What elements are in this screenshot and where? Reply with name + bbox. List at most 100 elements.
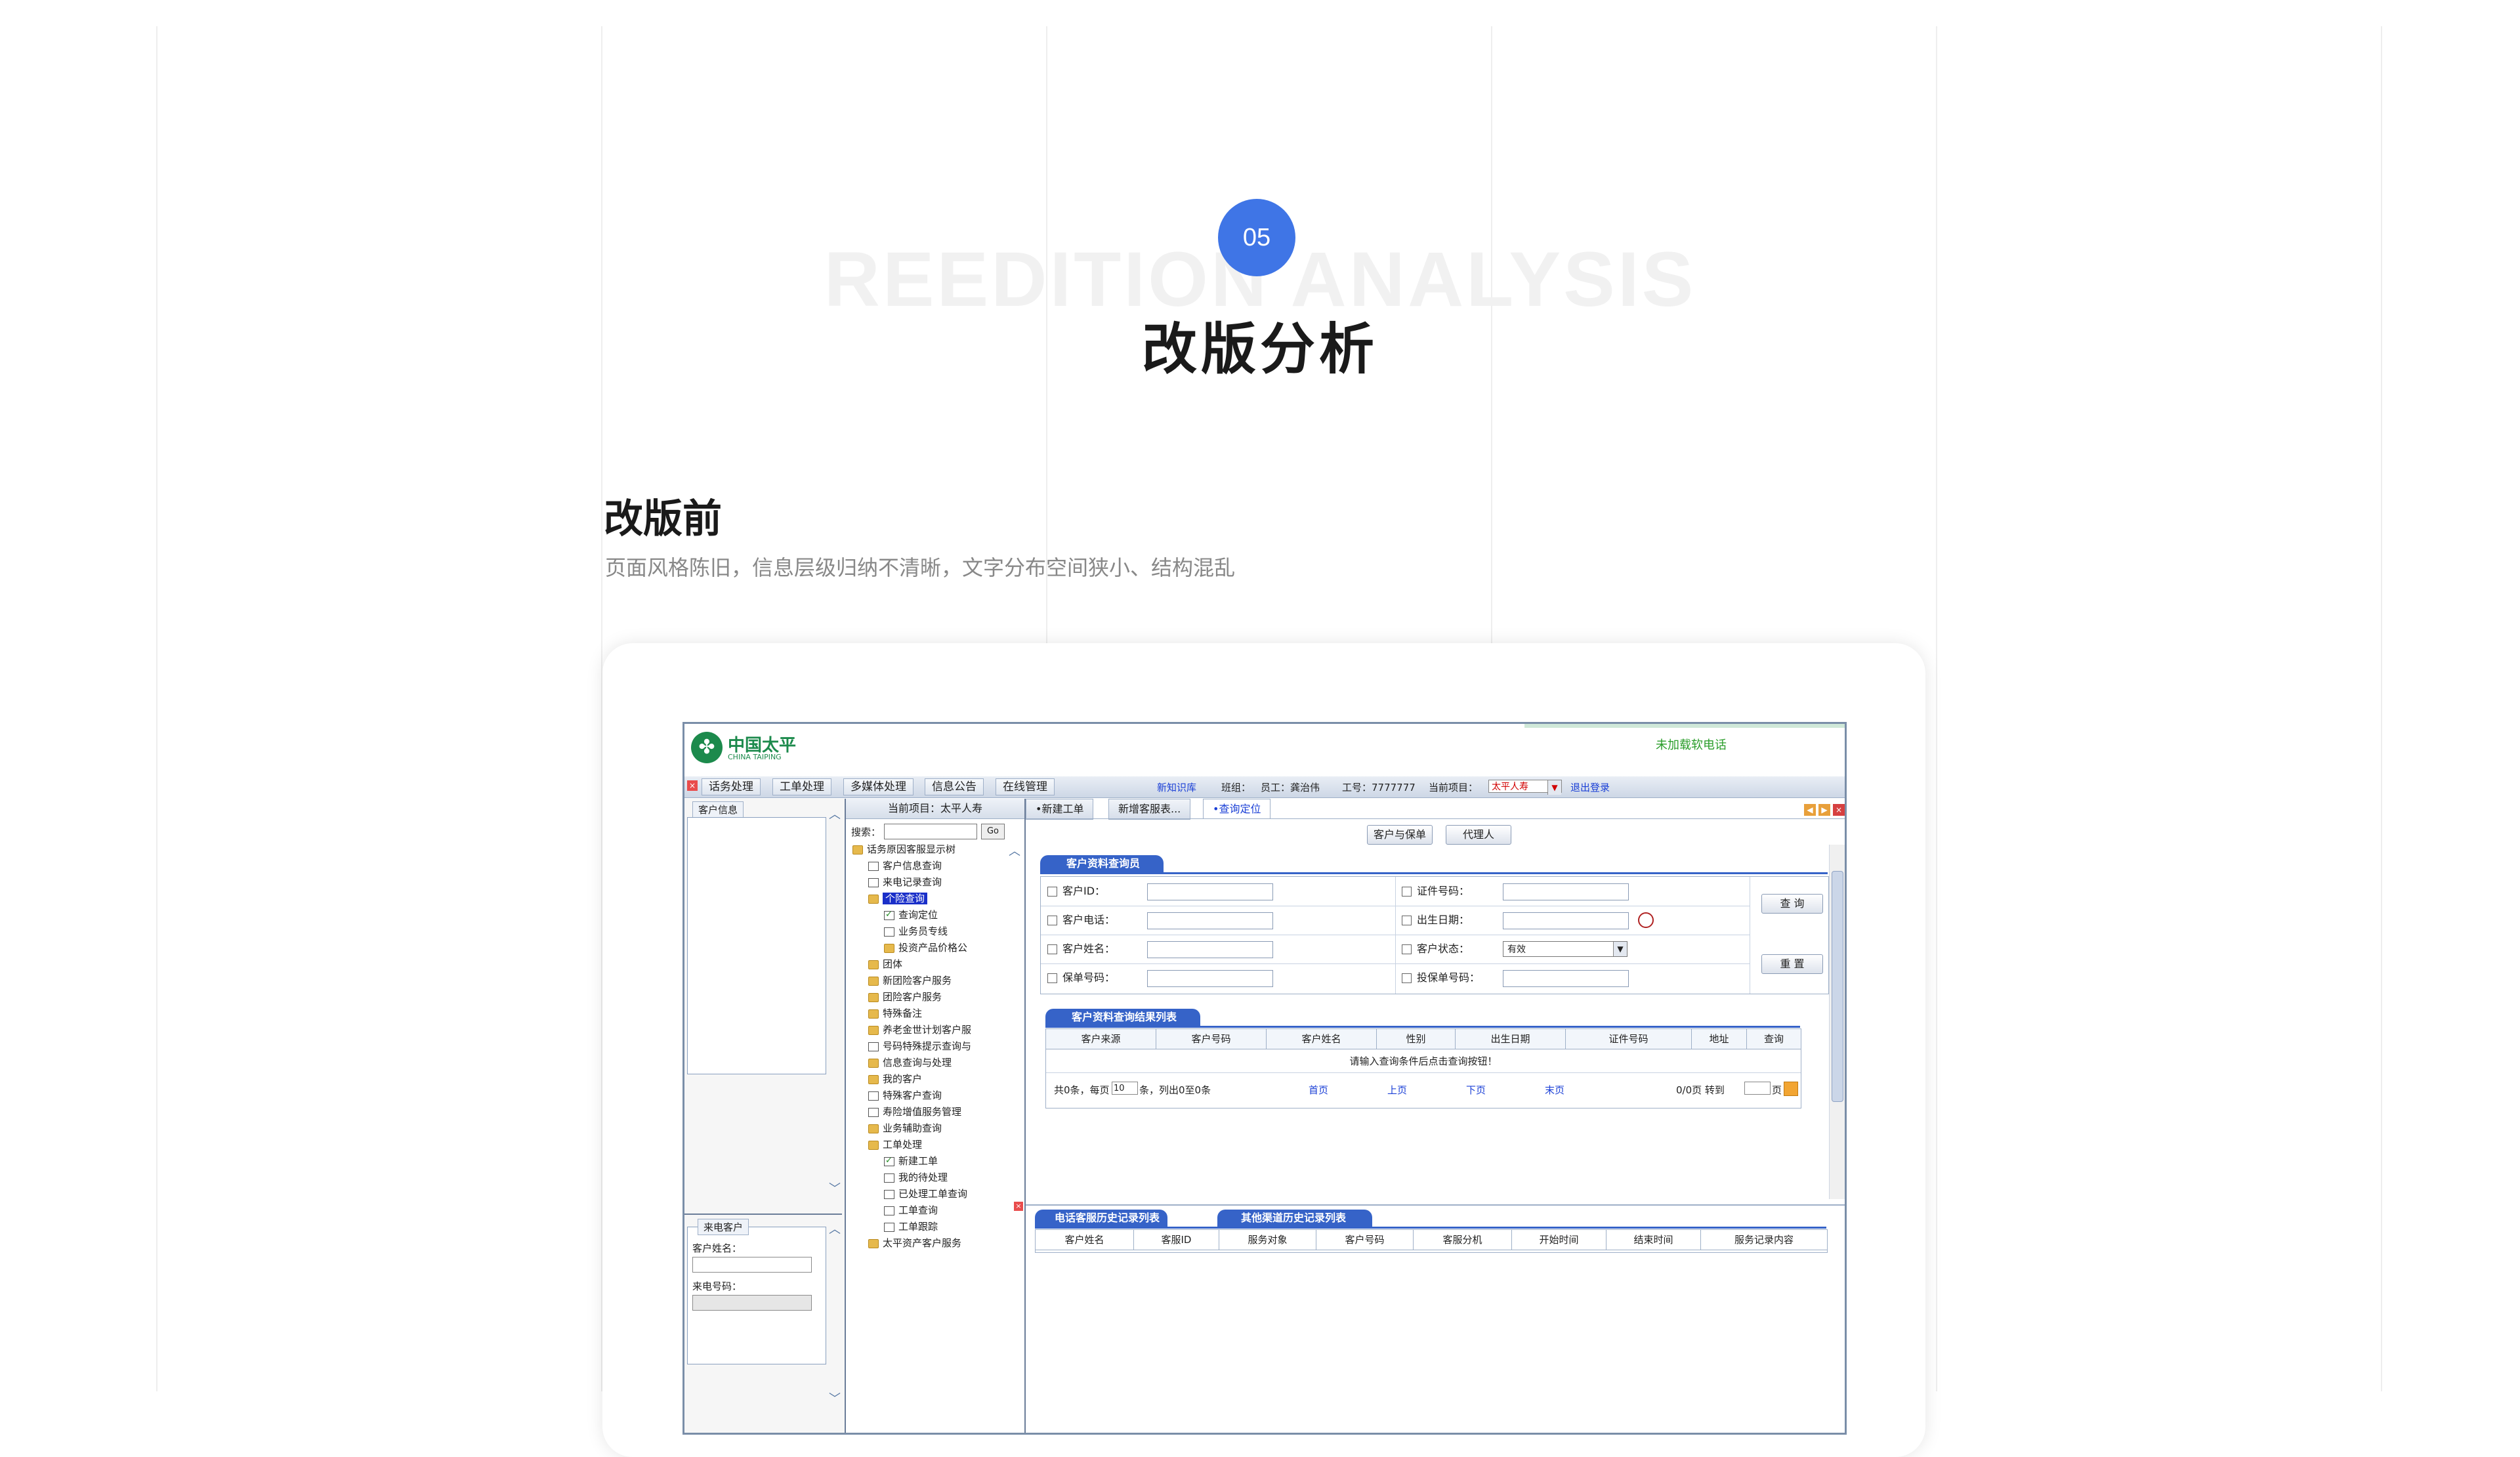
- application-number-checkbox[interactable]: [1402, 973, 1412, 983]
- caller-tab[interactable]: 来电客户: [698, 1219, 749, 1235]
- tree-item[interactable]: 投资产品价格公: [884, 940, 967, 955]
- tree-item[interactable]: 查询定位: [884, 908, 938, 922]
- menu-announcements[interactable]: 信息公告: [925, 778, 984, 795]
- application-number-input[interactable]: [1503, 970, 1629, 987]
- customer-id-checkbox[interactable]: [1047, 887, 1057, 897]
- customer-info-tab[interactable]: 客户信息: [692, 801, 744, 818]
- birth-date-label[interactable]: 出生日期：: [1402, 914, 1469, 927]
- customer-phone-checkbox[interactable]: [1047, 916, 1057, 925]
- tree-item[interactable]: 寿险增值服务管理: [868, 1105, 961, 1119]
- customer-status-select[interactable]: 有效 ▼: [1503, 941, 1628, 957]
- close-icon[interactable]: ×: [1014, 1202, 1023, 1211]
- tree-item[interactable]: 工单跟踪: [884, 1219, 938, 1234]
- customer-phone-input[interactable]: [1147, 912, 1273, 929]
- tree-item[interactable]: 太平资产客户服务: [868, 1236, 961, 1250]
- logout-link[interactable]: 退出登录: [1570, 780, 1610, 794]
- restore-icon[interactable]: ▶: [1818, 804, 1830, 816]
- tree-item[interactable]: 我的待处理: [884, 1170, 948, 1185]
- policy-number-input[interactable]: [1147, 970, 1273, 987]
- calendar-icon[interactable]: [1638, 912, 1654, 928]
- customer-name-label[interactable]: 客户姓名：: [1047, 942, 1115, 956]
- menu-multimedia[interactable]: 多媒体处理: [843, 778, 914, 795]
- birth-date-checkbox[interactable]: [1402, 916, 1412, 925]
- pager-next[interactable]: 下页: [1466, 1083, 1486, 1097]
- scroll-down-icon[interactable]: ﹀: [829, 1389, 841, 1406]
- knowledge-base-link[interactable]: 新知识库: [1157, 780, 1196, 794]
- tree-item[interactable]: 团险客户服务: [868, 990, 942, 1004]
- tab-new-service-form[interactable]: 新增客服表...: [1108, 799, 1191, 820]
- column-header[interactable]: 客户姓名: [1036, 1230, 1134, 1250]
- customer-status-label[interactable]: 客户状态：: [1402, 942, 1469, 956]
- column-header[interactable]: 地址: [1692, 1029, 1747, 1049]
- customer-id-label[interactable]: 客户ID：: [1047, 885, 1105, 898]
- scroll-up-icon[interactable]: ︿: [1009, 842, 1020, 859]
- tree-item[interactable]: 新团险客户服务: [868, 973, 952, 988]
- menu-call-handling[interactable]: 话务处理: [702, 778, 761, 795]
- column-header[interactable]: 服务对象: [1219, 1230, 1316, 1250]
- tree-item[interactable]: 团体: [868, 957, 902, 971]
- close-icon[interactable]: ×: [687, 780, 698, 791]
- vertical-scrollbar[interactable]: [1829, 845, 1845, 1199]
- reset-button[interactable]: 重 置: [1761, 954, 1823, 974]
- go-arrow-icon[interactable]: [1784, 1082, 1798, 1096]
- menu-ticket-handling[interactable]: 工单处理: [772, 778, 831, 795]
- pager-first[interactable]: 首页: [1309, 1083, 1328, 1097]
- id-number-checkbox[interactable]: [1402, 887, 1412, 897]
- column-header[interactable]: 开始时间: [1512, 1230, 1606, 1250]
- tree-item[interactable]: 个险查询: [868, 891, 928, 906]
- column-header[interactable]: 客户号码: [1316, 1230, 1414, 1250]
- pager-prev[interactable]: 上页: [1387, 1083, 1407, 1097]
- close-icon[interactable]: ×: [1833, 804, 1845, 816]
- pager-last[interactable]: 末页: [1545, 1083, 1564, 1097]
- policy-number-label[interactable]: 保单号码：: [1047, 971, 1115, 984]
- tree-search-input[interactable]: [884, 824, 977, 839]
- tree-item[interactable]: 业务员专线: [884, 924, 948, 939]
- tree-item[interactable]: 已处理工单查询: [884, 1187, 967, 1201]
- tree-item[interactable]: 业务辅助查询: [868, 1121, 942, 1135]
- customer-phone-label[interactable]: 客户电话：: [1047, 914, 1115, 927]
- project-select[interactable]: 太平人寿 ▼: [1488, 780, 1562, 795]
- tree-item[interactable]: 工单查询: [884, 1203, 938, 1217]
- application-number-label[interactable]: 投保单号码：: [1402, 971, 1480, 984]
- column-header[interactable]: 结束时间: [1606, 1230, 1701, 1250]
- tree-item[interactable]: 号码特殊提示查询与: [868, 1039, 971, 1053]
- tree-item[interactable]: 特殊客户查询: [868, 1088, 942, 1103]
- birth-date-input[interactable]: [1503, 912, 1629, 929]
- scroll-up-icon[interactable]: ︿: [829, 1220, 841, 1237]
- policy-number-checkbox[interactable]: [1047, 973, 1057, 983]
- column-header[interactable]: 查询: [1747, 1029, 1801, 1049]
- column-header[interactable]: 客户号码: [1156, 1029, 1267, 1049]
- tree-item[interactable]: 话务原因客服显示树: [852, 842, 956, 856]
- tree-item[interactable]: 来电记录查询: [868, 875, 942, 889]
- caller-phone-input[interactable]: [692, 1295, 812, 1311]
- scrollbar-thumb[interactable]: [1832, 871, 1843, 1102]
- column-header[interactable]: 客户姓名: [1267, 1029, 1377, 1049]
- tree-item[interactable]: 客户信息查询: [868, 858, 942, 873]
- column-header[interactable]: 出生日期: [1456, 1029, 1566, 1049]
- column-header[interactable]: 客服分机: [1414, 1230, 1512, 1250]
- tree-item[interactable]: 工单处理: [868, 1137, 922, 1152]
- caller-name-input[interactable]: [692, 1257, 812, 1273]
- column-header[interactable]: 性别: [1377, 1029, 1456, 1049]
- tab-new-ticket[interactable]: •新建工单: [1026, 799, 1094, 820]
- menu-online-management[interactable]: 在线管理: [996, 778, 1055, 795]
- customer-name-checkbox[interactable]: [1047, 944, 1057, 954]
- tree-search-go-button[interactable]: Go: [981, 824, 1005, 839]
- minimize-icon[interactable]: ◀: [1804, 804, 1816, 816]
- tree-item[interactable]: 养老金世计划客户服: [868, 1023, 971, 1037]
- column-header[interactable]: 客户来源: [1046, 1029, 1156, 1049]
- agent-button[interactable]: 代理人: [1446, 825, 1511, 845]
- tab-query-locate[interactable]: •查询定位: [1203, 799, 1271, 819]
- id-number-label[interactable]: 证件号码：: [1402, 885, 1469, 898]
- column-header[interactable]: 服务记录内容: [1701, 1230, 1827, 1250]
- splitter[interactable]: [1026, 1204, 1845, 1206]
- tree-item[interactable]: 特殊备注: [868, 1006, 922, 1021]
- tree-item[interactable]: 信息查询与处理: [868, 1055, 952, 1070]
- scroll-up-icon[interactable]: ︿: [829, 805, 841, 822]
- page-size-input[interactable]: 10: [1112, 1082, 1138, 1095]
- customer-policy-button[interactable]: 客户与保单: [1367, 825, 1433, 845]
- column-header[interactable]: 证件号码: [1566, 1029, 1692, 1049]
- customer-status-checkbox[interactable]: [1402, 944, 1412, 954]
- customer-id-input[interactable]: [1147, 883, 1273, 900]
- query-button[interactable]: 查 询: [1761, 894, 1823, 914]
